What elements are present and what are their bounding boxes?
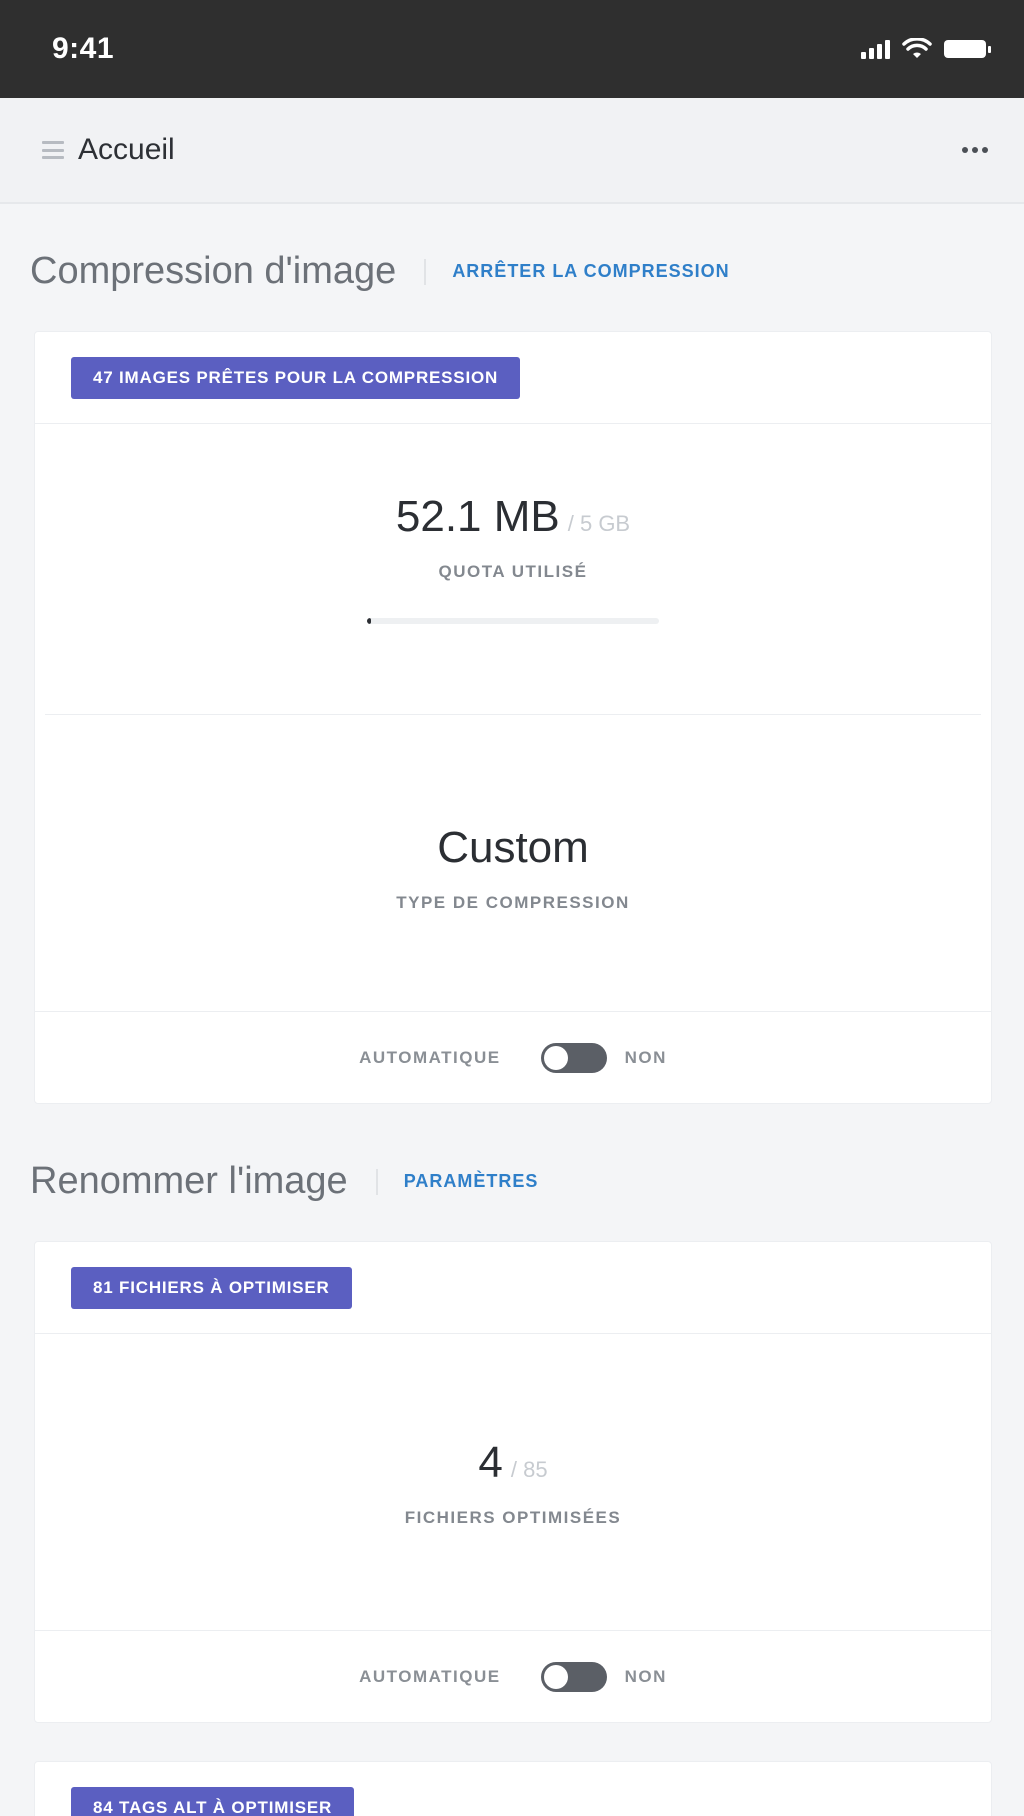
quota-progress-fill: [367, 618, 371, 624]
toggle-knob: [543, 1664, 568, 1689]
files-total: / 85: [510, 1457, 548, 1482]
settings-link[interactable]: PARAMÈTRES: [404, 1171, 539, 1192]
battery-icon: [944, 40, 991, 58]
files-label: FICHIERS OPTIMISÉES: [404, 1508, 622, 1527]
files-metric: 4 / 85 FICHIERS OPTIMISÉES: [35, 1334, 991, 1630]
toggle-state: NON: [624, 1047, 667, 1067]
compression-header: Compression d'image ARRÊTER LA COMPRESSI…: [0, 250, 1024, 293]
section-title: Renommer l'image: [30, 1160, 348, 1202]
stop-compression-link[interactable]: ARRÊTER LA COMPRESSION: [452, 261, 729, 282]
auto-label: AUTOMATIQUE: [359, 1047, 501, 1067]
compression-type-metric: Custom TYPE DE COMPRESSION: [35, 715, 991, 1011]
quota-label: QUOTA UTILISÉ: [438, 562, 588, 581]
more-icon[interactable]: [962, 147, 988, 153]
status-icons: [861, 38, 991, 60]
header-divider: [424, 258, 427, 285]
quota-value: 52.1 MB: [395, 492, 560, 541]
compression-type-value: Custom: [437, 823, 589, 872]
compression-card: 47 IMAGES PRÊTES POUR LA COMPRESSION 52.…: [34, 331, 992, 1104]
compression-type-label: TYPE DE COMPRESSION: [396, 893, 630, 912]
auto-compression-row: AUTOMATIQUE NON: [35, 1011, 991, 1103]
quota-metric: 52.1 MB / 5 GB QUOTA UTILISÉ: [35, 424, 991, 714]
nav-left: Accueil: [42, 133, 175, 167]
quota-progress-bar: [367, 618, 659, 624]
images-ready-badge: 47 IMAGES PRÊTES POUR LA COMPRESSION: [71, 356, 521, 399]
rename-header: Renommer l'image PARAMÈTRES: [0, 1160, 1024, 1203]
wifi-icon: [902, 38, 932, 58]
files-value: 4: [478, 1438, 503, 1487]
files-to-optimize-badge: 81 FICHIERS À OPTIMISER: [71, 1266, 352, 1309]
status-bar: 9:41: [0, 0, 1024, 98]
section-title: Compression d'image: [30, 250, 397, 292]
quota-total: / 5 GB: [567, 511, 631, 536]
menu-icon[interactable]: [42, 141, 64, 159]
auto-label: AUTOMATIQUE: [359, 1666, 501, 1686]
auto-compression-toggle[interactable]: [540, 1042, 607, 1073]
nav-title: Accueil: [78, 133, 175, 166]
alt-tags-badge: 84 TAGS ALT À OPTIMISER: [71, 1787, 355, 1816]
card-head: 81 FICHIERS À OPTIMISER: [35, 1242, 991, 1334]
auto-rename-row: AUTOMATIQUE NON: [35, 1630, 991, 1722]
header-divider: [375, 1168, 378, 1195]
card-head: 84 TAGS ALT À OPTIMISER: [35, 1762, 991, 1816]
auto-rename-toggle[interactable]: [540, 1661, 607, 1692]
toggle-state: NON: [624, 1666, 667, 1686]
alt-tags-card: 84 TAGS ALT À OPTIMISER: [34, 1761, 992, 1816]
nav-bar: Accueil: [0, 98, 1024, 204]
rename-card: 81 FICHIERS À OPTIMISER 4 / 85 FICHIERS O…: [34, 1241, 992, 1723]
status-time: 9:41: [52, 32, 115, 65]
signal-icon: [861, 39, 890, 59]
toggle-knob: [543, 1045, 568, 1070]
card-head: 47 IMAGES PRÊTES POUR LA COMPRESSION: [35, 332, 991, 424]
